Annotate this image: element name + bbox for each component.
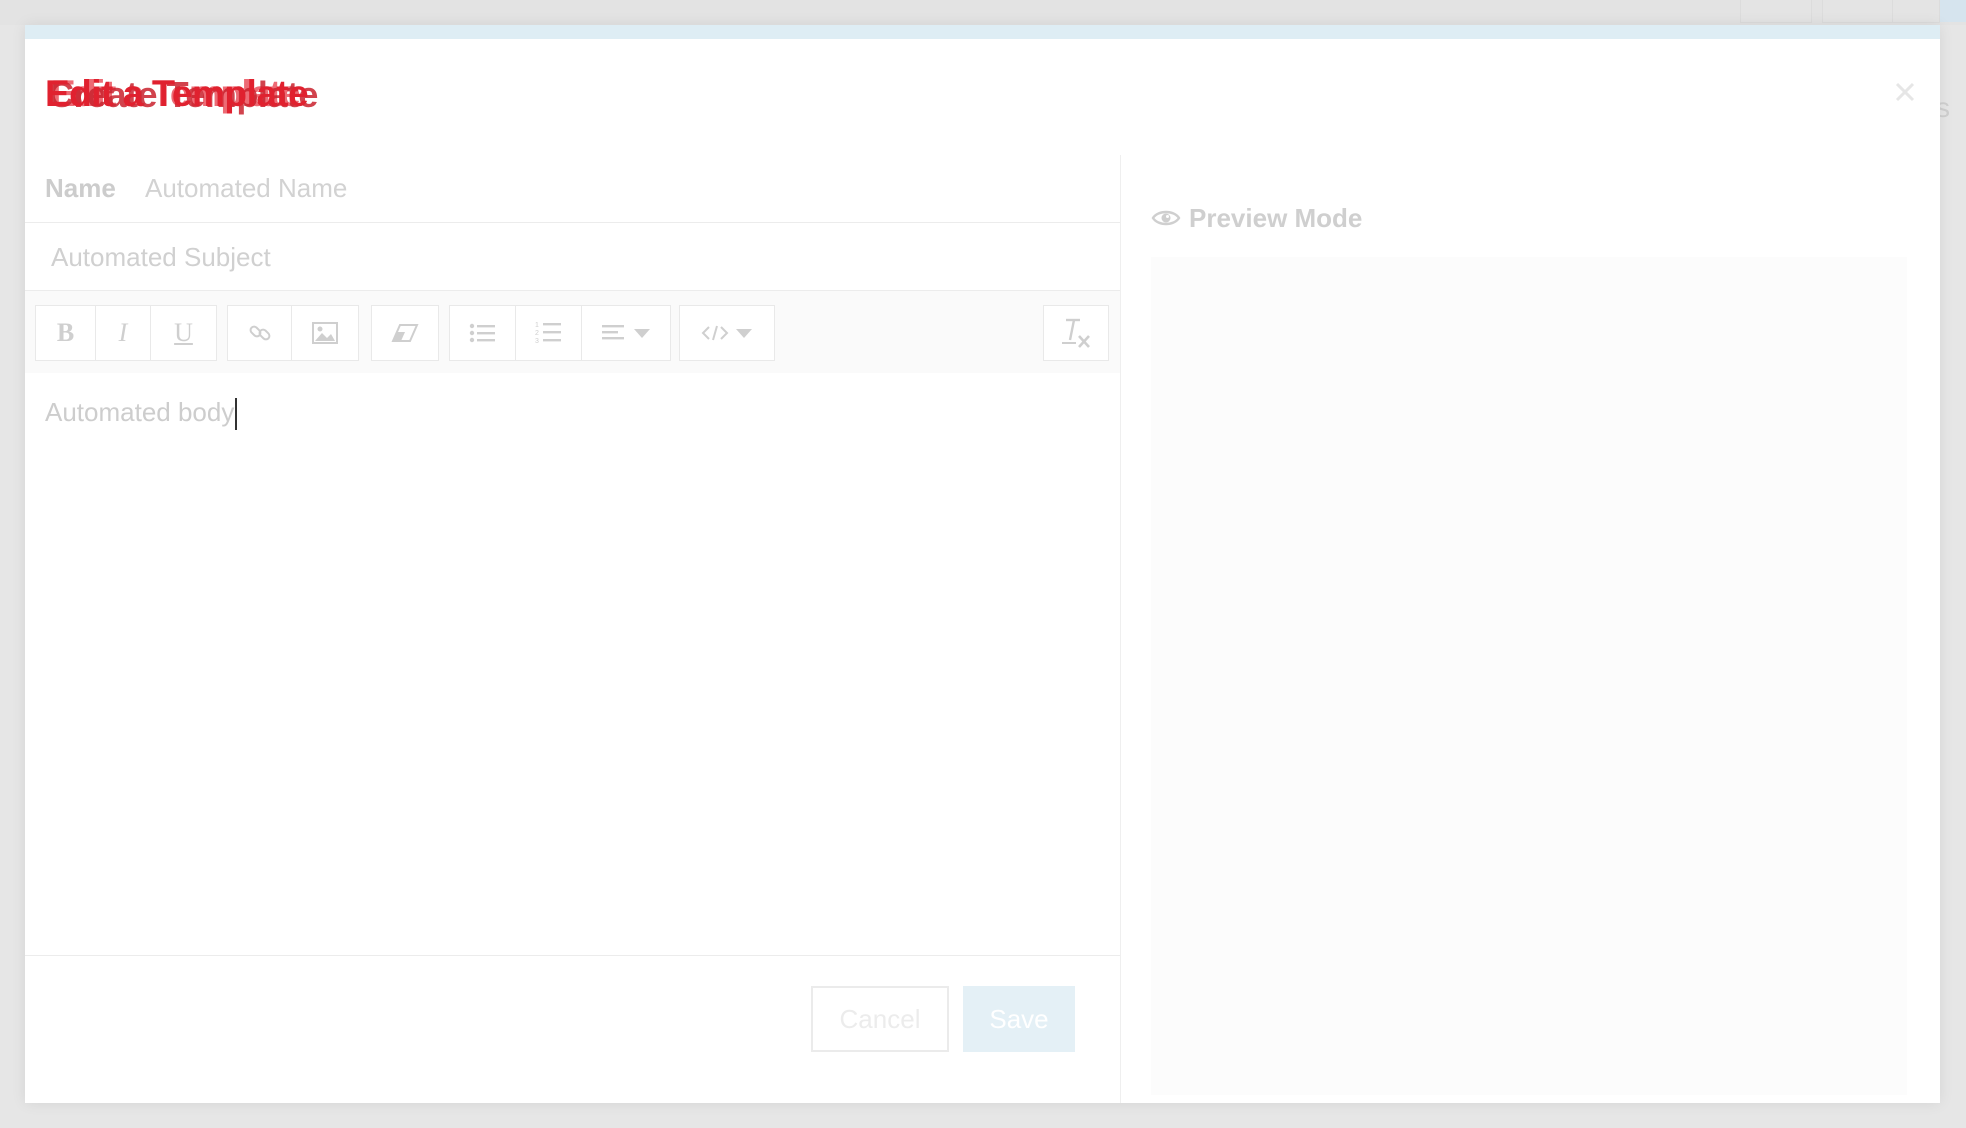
text-style-group: B I U [35,305,217,361]
modal-footer: Cancel Save [25,955,1120,1104]
code-group [679,305,775,361]
clear-formatting-button[interactable] [1044,306,1108,360]
body-text: Automated body [45,397,235,427]
align-left-icon [602,325,624,340]
preview-pane: Preview Mode [1121,155,1940,1103]
clear-format-group [1043,305,1109,361]
preview-content [1151,257,1907,1095]
chevron-down-icon [634,329,650,338]
link-icon [249,325,270,341]
code-icon [701,325,729,341]
underline-icon: U [174,318,193,347]
cancel-button[interactable]: Cancel [811,986,949,1052]
modal-title-group: Edit a Template Create Template Edit a T… [45,73,445,133]
clear-formatting-icon [1062,318,1090,348]
svg-text:3: 3 [535,338,539,345]
background-header-button [1740,0,1812,23]
insert-group [227,305,359,361]
image-icon [312,322,338,344]
align-dropdown-button[interactable] [582,306,670,360]
background-header-button [1822,0,1894,23]
underline-button[interactable]: U [151,306,216,360]
bold-button[interactable]: B [36,306,96,360]
background-header-accent [1940,0,1966,22]
svg-text:2: 2 [535,330,539,337]
numbered-list-button[interactable]: 1 2 3 [516,306,582,360]
name-label: Name [45,173,116,203]
chevron-down-icon [736,329,752,338]
name-row: Name [25,155,1120,223]
edit-template-modal: Edit a Template Create Template Edit a T… [25,25,1940,1103]
eye-icon [1151,210,1181,226]
text-caret [235,398,238,431]
code-dropdown-button[interactable] [680,306,774,360]
modal-title: Edit a Template [45,73,309,114]
insert-image-button[interactable] [292,306,358,360]
close-icon[interactable] [1888,75,1922,109]
eraser-icon [391,324,419,342]
subject-input[interactable] [49,233,1093,281]
save-button[interactable]: Save [963,986,1075,1052]
name-input[interactable] [143,165,1087,211]
editor-toolbar: B I U 1 2 3 [25,291,1120,373]
modal-top-strip [25,25,1940,39]
template-editor-pane: Name B I U [25,155,1121,1103]
bullet-list-icon [469,323,495,343]
insert-link-button[interactable] [228,306,292,360]
background-header-button [1892,0,1940,23]
italic-icon: I [118,318,128,347]
eraser-group [371,305,439,361]
svg-text:1: 1 [535,322,539,329]
preview-mode-label: Preview Mode [1189,202,1363,233]
background-app-header [0,0,1966,25]
bullet-list-button[interactable] [450,306,516,360]
italic-button[interactable]: I [96,306,151,360]
body-editor[interactable]: Automated body [25,373,1120,955]
numbered-list-icon: 1 2 3 [535,322,561,345]
subject-row [25,223,1120,291]
preview-header: Preview Mode [1151,200,1362,236]
bold-icon: B [56,318,75,347]
list-align-group: 1 2 3 [449,305,671,361]
remove-format-button[interactable] [372,306,438,360]
body-editor-content[interactable]: Automated body [45,397,238,431]
